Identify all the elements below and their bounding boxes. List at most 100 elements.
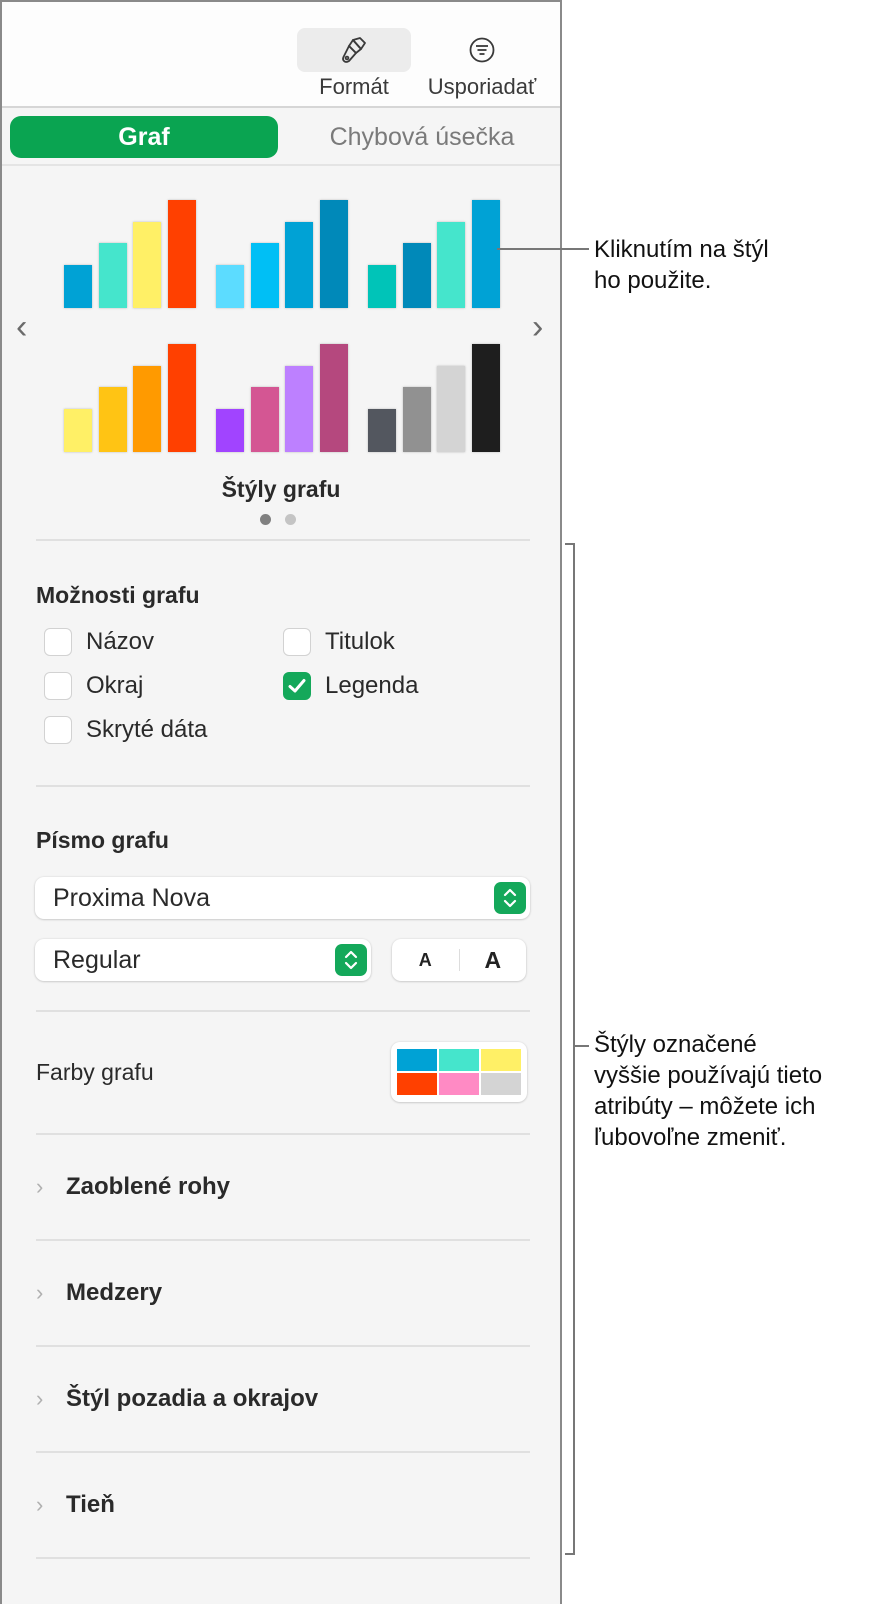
font-size-buttons: A A [392,939,526,981]
color-swatch [481,1073,521,1095]
chart-styles-title: Štýly grafu [221,476,341,502]
style-bar [402,243,431,308]
chart-style-2[interactable] [216,196,350,308]
next-styles-arrow[interactable]: › [532,308,543,347]
checkbox-label: Legenda [325,672,419,699]
arrange-label: Usporiadať [427,74,537,99]
chevron-right-icon: › [36,1492,44,1517]
style-bar [285,365,313,452]
tab-bar: Graf Chybová úsečka [2,110,560,166]
format-sidebar: Formát Usporiadať Graf Chybová úsečka ‹ … [0,0,562,1604]
arrange-button[interactable]: Usporiadať [423,28,541,100]
style-bar [471,200,500,308]
chart-colors-button[interactable] [391,1042,527,1102]
checkbox-label: Okraj [86,672,144,699]
tab-error-bars[interactable]: Chybová úsečka [292,116,552,158]
chart-font-title: Písmo grafu [36,827,169,853]
callout-text-line: ho použite. [594,267,712,294]
callout-text-line: Kliknutím na štýl [594,236,769,263]
chevron-right-icon: › [36,1174,44,1199]
increase-font-size-button[interactable]: A [460,947,527,974]
style-bar [319,200,348,308]
font-family-value: Proxima Nova [53,883,210,912]
chart-style-4[interactable] [64,340,198,452]
chart-style-3[interactable] [368,196,502,308]
title-checkbox[interactable]: Názov [44,628,154,656]
attributes-callout: Štýly označené vyššie používajú tieto at… [594,1029,822,1153]
style-bar [319,344,348,452]
checkbox[interactable] [44,716,72,744]
divider [36,1451,530,1453]
page-dot-1[interactable] [260,514,271,525]
bracket-bottom [565,1553,575,1555]
style-bar [368,408,396,452]
style-bar [250,387,279,452]
shadow-section[interactable]: › Tieň [36,1491,115,1519]
divider [36,785,530,787]
paintbrush-icon [297,28,411,72]
font-family-select[interactable]: Proxima Nova [35,877,530,919]
chart-style-5[interactable] [216,340,350,452]
section-label: Štýl pozadia a okrajov [66,1385,319,1412]
style-bar [216,264,244,308]
chart-styles-gallery: ‹ › Štýly grafu [2,168,560,528]
section-label: Zaoblené rohy [66,1173,231,1200]
color-swatch [397,1049,437,1071]
checkbox-label: Titulok [325,628,395,655]
callout-leader-line [575,1045,589,1047]
style-bar [437,221,465,308]
color-swatch [481,1049,521,1071]
style-bar [133,221,161,308]
styles-callout: Kliknutím na štýl ho použite. [594,234,769,296]
caption-checkbox[interactable]: Titulok [283,628,395,656]
updown-chevron-icon [335,944,367,976]
style-bar [437,365,465,452]
style-bar [250,243,279,308]
chart-style-6[interactable] [368,340,502,452]
arrange-icon [423,28,541,72]
callout-text-line: Štýly označené [594,1031,757,1058]
style-bar [167,200,196,308]
format-button[interactable]: Formát [297,28,411,100]
rounded-corners-section[interactable]: › Zaoblené rohy [36,1173,230,1201]
callout-text-line: ľubovoľne zmeniť. [594,1124,787,1151]
divider [36,539,530,541]
style-bar [64,264,92,308]
border-checkbox[interactable]: Okraj [44,672,143,700]
hidden-data-checkbox[interactable]: Skryté dáta [44,716,207,744]
style-bar [402,387,431,452]
legend-checkbox[interactable]: Legenda [283,672,418,700]
style-bar [98,243,127,308]
divider [36,1345,530,1347]
style-bar [133,365,161,452]
checkbox[interactable] [44,672,72,700]
previous-styles-arrow[interactable]: ‹ [16,308,27,347]
color-swatch [397,1073,437,1095]
checkbox[interactable] [44,628,72,656]
decrease-font-size-button[interactable]: A [392,950,459,971]
gaps-section[interactable]: › Medzery [36,1279,162,1307]
style-bar [285,221,313,308]
format-label: Formát [319,74,389,99]
background-border-section[interactable]: › Štýl pozadia a okrajov [36,1385,318,1413]
style-bar [471,344,500,452]
section-label: Tieň [66,1491,115,1518]
callout-text-line: vyššie používajú tieto [594,1062,823,1089]
checkbox[interactable] [283,628,311,656]
divider [36,1557,530,1559]
checkmark-icon [288,679,306,693]
tab-chart[interactable]: Graf [10,116,278,158]
checkbox-label: Názov [86,628,155,655]
chevron-right-icon: › [36,1280,44,1305]
style-bar [64,408,92,452]
page-dot-2[interactable] [285,514,296,525]
chart-style-1[interactable] [64,196,198,308]
callout-text-line: atribúty – môžete ich [594,1093,816,1120]
page-indicator [260,514,296,525]
font-style-select[interactable]: Regular [35,939,371,981]
style-bar [368,264,396,308]
checkbox[interactable] [283,672,311,700]
color-swatch [439,1049,479,1071]
section-label: Medzery [66,1279,163,1306]
chevron-right-icon: › [36,1386,44,1411]
